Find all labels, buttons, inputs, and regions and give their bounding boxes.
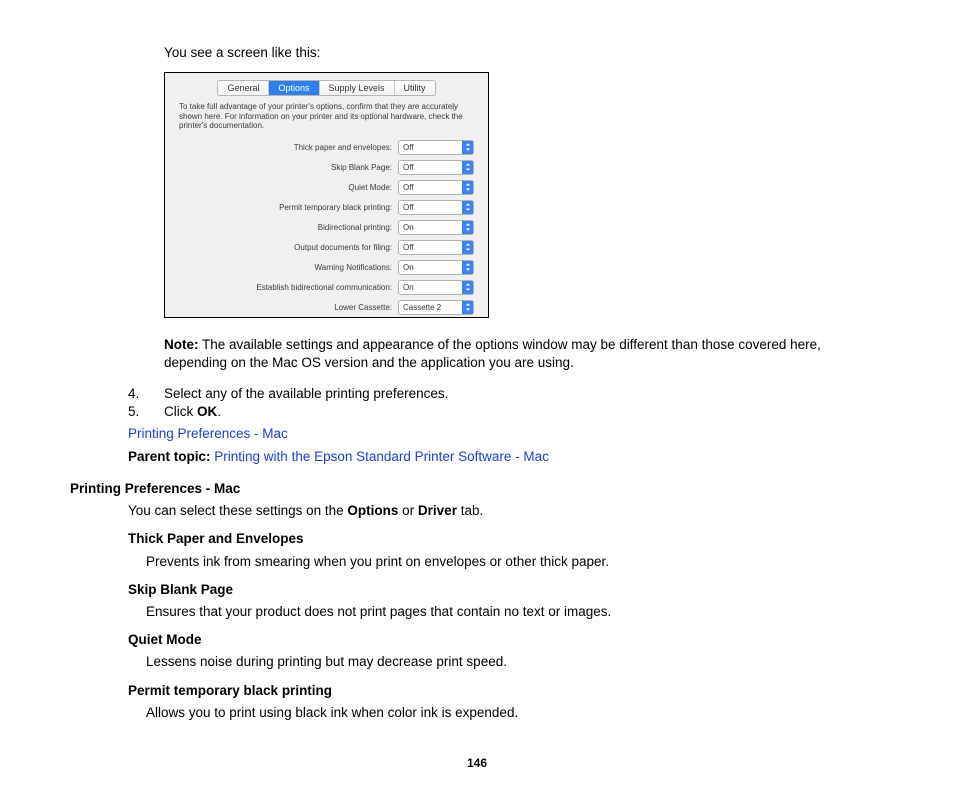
link-printing-preferences[interactable]: Printing Preferences - Mac <box>128 426 288 441</box>
chevron-updown-icon <box>462 281 473 294</box>
option-label: Thick paper and envelopes: <box>179 143 398 152</box>
parent-topic: Parent topic: Printing with the Epson St… <box>128 448 884 466</box>
option-label: Quiet Mode: <box>179 183 398 192</box>
option-row: Quiet Mode:Off <box>179 177 474 197</box>
definition-term: Quiet Mode <box>128 631 884 649</box>
option-select[interactable]: Off <box>398 160 474 175</box>
options-description: To take full advantage of your printer's… <box>179 102 474 131</box>
definition-description: Allows you to print using black ink when… <box>146 704 884 722</box>
definition-term: Permit temporary black printing <box>128 682 884 700</box>
chevron-updown-icon <box>462 241 473 254</box>
tab-utility[interactable]: Utility <box>395 81 435 95</box>
option-label: Establish bidirectional communication: <box>179 283 398 292</box>
option-row: Establish bidirectional communication:On <box>179 277 474 297</box>
definition-description: Lessens noise during printing but may de… <box>146 653 884 671</box>
lead-text: You can select these settings on the Opt… <box>128 502 884 520</box>
option-value: On <box>399 262 462 273</box>
step-number: 4. <box>128 386 150 401</box>
option-select[interactable]: On <box>398 220 474 235</box>
option-row: Bidirectional printing:On <box>179 217 474 237</box>
option-value: On <box>399 282 462 293</box>
option-select[interactable]: Off <box>398 200 474 215</box>
chevron-updown-icon <box>462 201 473 214</box>
option-select[interactable]: On <box>398 280 474 295</box>
chevron-updown-icon <box>462 301 473 314</box>
option-value: Off <box>399 202 462 213</box>
option-row: Output documents for filing:Off <box>179 237 474 257</box>
chevron-updown-icon <box>462 181 473 194</box>
step-4: 4. Select any of the available printing … <box>128 386 884 401</box>
option-value: Off <box>399 162 462 173</box>
note-paragraph: Note: The available settings and appeara… <box>164 336 884 372</box>
option-label: Warning Notifications: <box>179 263 398 272</box>
tab-general[interactable]: General <box>218 81 269 95</box>
note-text: The available settings and appearance of… <box>164 337 821 370</box>
step-text: Select any of the available printing pre… <box>164 386 884 401</box>
chevron-updown-icon <box>462 141 473 154</box>
option-value: Off <box>399 142 462 153</box>
definition-description: Prevents ink from smearing when you prin… <box>146 553 884 571</box>
option-select[interactable]: Cassette 2 <box>398 300 474 315</box>
step-5: 5. Click OK. <box>128 404 884 419</box>
step-text: Click OK. <box>164 404 884 419</box>
chevron-updown-icon <box>462 261 473 274</box>
option-label: Permit temporary black printing: <box>179 203 398 212</box>
option-row: Warning Notifications:On <box>179 257 474 277</box>
option-row: Skip Blank Page:Off <box>179 157 474 177</box>
definition-description: Ensures that your product does not print… <box>146 603 884 621</box>
option-select[interactable]: On <box>398 260 474 275</box>
option-select[interactable]: Off <box>398 140 474 155</box>
chevron-updown-icon <box>462 161 473 174</box>
note-label: Note: <box>164 337 199 352</box>
option-value: Cassette 2 <box>399 302 462 313</box>
intro-text: You see a screen like this: <box>164 44 884 62</box>
option-row: Permit temporary black printing:Off <box>179 197 474 217</box>
tab-supply-levels[interactable]: Supply Levels <box>320 81 395 95</box>
option-value: Off <box>399 242 462 253</box>
option-label: Output documents for filing: <box>179 243 398 252</box>
option-select[interactable]: Off <box>398 180 474 195</box>
option-row: Thick paper and envelopes:Off <box>179 137 474 157</box>
option-label: Lower Cassette: <box>179 303 398 312</box>
page-number: 146 <box>70 756 884 770</box>
definition-term: Skip Blank Page <box>128 581 884 599</box>
tab-bar: General Options Supply Levels Utility <box>217 80 435 96</box>
tab-options[interactable]: Options <box>269 81 319 95</box>
option-label: Skip Blank Page: <box>179 163 398 172</box>
option-value: Off <box>399 182 462 193</box>
chevron-updown-icon <box>462 221 473 234</box>
option-label: Bidirectional printing: <box>179 223 398 232</box>
step-number: 5. <box>128 404 150 419</box>
section-heading: Printing Preferences - Mac <box>70 480 884 498</box>
link-parent-topic[interactable]: Printing with the Epson Standard Printer… <box>214 449 549 464</box>
option-value: On <box>399 222 462 233</box>
definition-term: Thick Paper and Envelopes <box>128 530 884 548</box>
option-select[interactable]: Off <box>398 240 474 255</box>
option-row: Lower Cassette:Cassette 2 <box>179 297 474 317</box>
options-screenshot: General Options Supply Levels Utility To… <box>164 72 489 318</box>
